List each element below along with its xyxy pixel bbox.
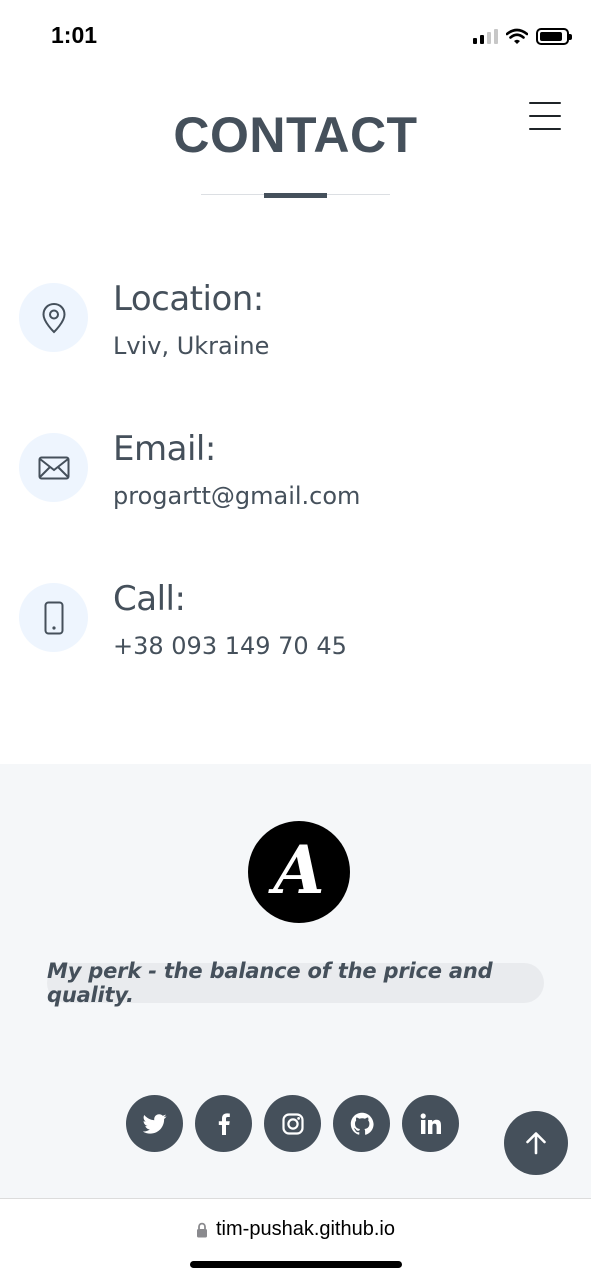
status-time: 1:01: [51, 22, 98, 48]
status-icons: [473, 26, 572, 46]
page-title: CONTACT: [173, 107, 418, 163]
browser-bar: tim-pushak.github.io: [0, 1198, 591, 1280]
logo[interactable]: A: [248, 821, 350, 923]
contact-phone: Call: +38 093 149 70 45: [0, 579, 591, 703]
location-label: Location:: [113, 279, 264, 319]
lock-icon: [197, 1222, 207, 1237]
phone-icon: [19, 583, 88, 652]
location-value: Lviv, Ukraine: [113, 332, 270, 360]
arrow-up-icon: [526, 1132, 546, 1155]
linkedin-icon[interactable]: [402, 1095, 459, 1152]
wifi-icon: [506, 28, 528, 44]
address-bar[interactable]: tim-pushak.github.io: [0, 1218, 591, 1241]
logo-letter: A: [273, 831, 325, 909]
email-label: Email:: [113, 429, 216, 469]
call-label: Call:: [113, 579, 186, 619]
social-links: [126, 1095, 459, 1152]
url-text: tim-pushak.github.io: [216, 1218, 395, 1240]
instagram-icon[interactable]: [264, 1095, 321, 1152]
github-icon[interactable]: [333, 1095, 390, 1152]
tagline: My perk - the balance of the price and q…: [47, 959, 544, 1007]
home-indicator: [190, 1261, 402, 1268]
twitter-icon[interactable]: [126, 1095, 183, 1152]
facebook-icon[interactable]: [195, 1095, 252, 1152]
status-bar: 1:01: [0, 0, 591, 72]
map-pin-icon: [19, 283, 88, 352]
cellular-signal-icon: [473, 28, 498, 44]
contact-email: Email: progartt@gmail.com: [0, 429, 591, 553]
envelope-icon: [19, 433, 88, 502]
title-accent-bar: [264, 193, 327, 198]
contact-location: Location: Lviv, Ukraine: [0, 279, 591, 403]
email-value[interactable]: progartt@gmail.com: [113, 482, 360, 510]
battery-icon: [536, 27, 572, 45]
phone-value[interactable]: +38 093 149 70 45: [113, 632, 347, 660]
back-to-top-button[interactable]: [504, 1111, 568, 1175]
